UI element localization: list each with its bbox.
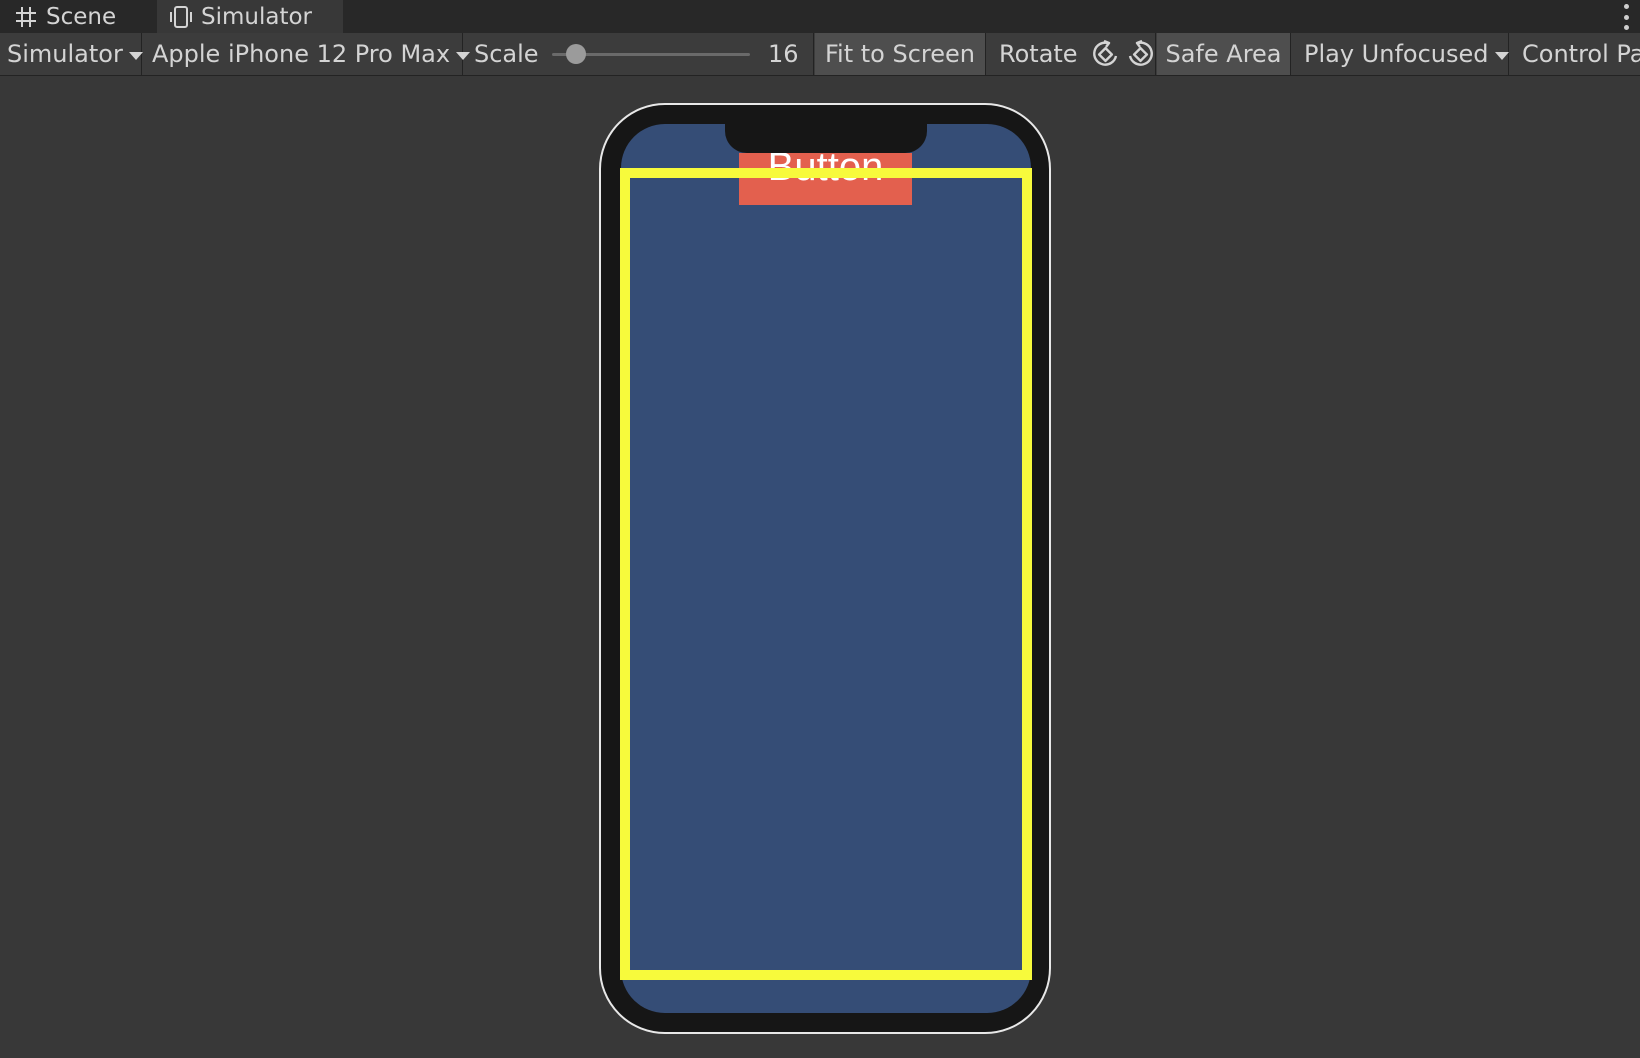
- fit-to-screen-label: Fit to Screen: [825, 40, 975, 68]
- chevron-down-icon: [1494, 51, 1509, 60]
- mode-dropdown[interactable]: Simulator: [0, 33, 143, 75]
- device-notch: [725, 120, 927, 153]
- fit-to-screen-button[interactable]: Fit to Screen: [815, 33, 986, 75]
- play-mode-dropdown[interactable]: Play Unfocused: [1292, 33, 1509, 75]
- tab-scene[interactable]: Scene: [0, 0, 155, 33]
- device-icon: [169, 5, 193, 29]
- control-panel-button[interactable]: Control Pa: [1510, 33, 1640, 75]
- tab-bar: Scene Simulator: [0, 0, 1640, 33]
- mode-dropdown-label: Simulator: [7, 40, 123, 68]
- scale-value: 16: [768, 40, 799, 68]
- tab-simulator-label: Simulator: [201, 3, 313, 30]
- tab-simulator[interactable]: Simulator: [157, 0, 343, 33]
- device-dropdown[interactable]: Apple iPhone 12 Pro Max: [143, 33, 471, 75]
- scale-label: Scale: [474, 40, 539, 68]
- safe-area-button[interactable]: Safe Area: [1157, 33, 1291, 75]
- rotate-label: Rotate: [999, 40, 1078, 68]
- rotate-control: Rotate: [987, 33, 1156, 75]
- tab-scene-label: Scene: [46, 3, 117, 30]
- control-panel-label: Control Pa: [1522, 40, 1640, 68]
- simulator-toolbar: Simulator Apple iPhone 12 Pro Max Scale …: [0, 33, 1640, 76]
- rotate-ccw-icon[interactable]: [1126, 38, 1156, 70]
- more-vertical-icon[interactable]: [1622, 4, 1630, 30]
- device-dropdown-label: Apple iPhone 12 Pro Max: [152, 40, 451, 68]
- safe-area-outline: [620, 168, 1032, 980]
- grid-icon: [14, 5, 38, 29]
- scale-slider-handle[interactable]: [566, 44, 586, 64]
- rotate-cw-icon[interactable]: [1090, 38, 1120, 70]
- chevron-down-icon: [128, 51, 143, 60]
- play-mode-label: Play Unfocused: [1304, 40, 1489, 68]
- safe-area-label: Safe Area: [1165, 40, 1282, 68]
